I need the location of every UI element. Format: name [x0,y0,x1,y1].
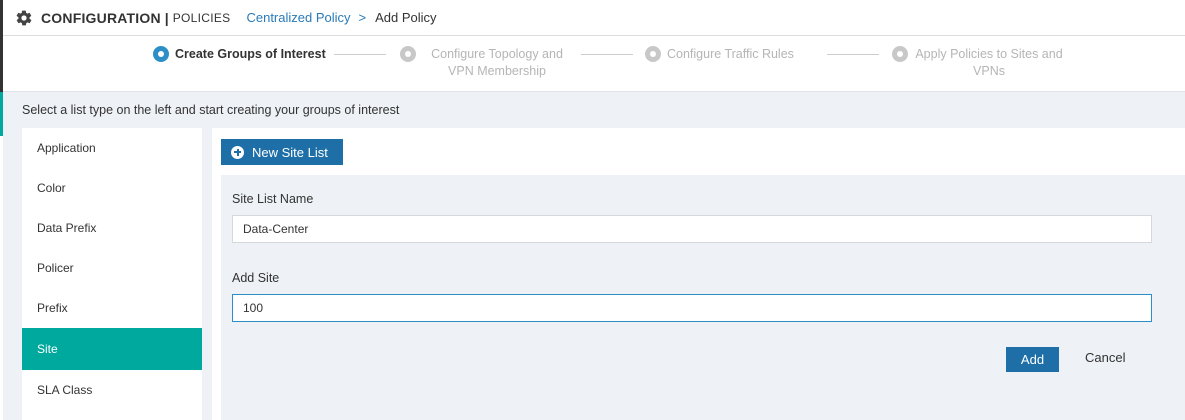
instruction-text: Select a list type on the left and start… [3,92,1185,128]
add-button[interactable]: Add [1006,347,1059,372]
gear-icon [16,10,32,25]
sidebar-item-color[interactable]: Color [22,168,202,208]
add-site-input[interactable] [232,294,1152,322]
step-configure-traffic[interactable]: Configure Traffic Rules [645,46,794,63]
site-list-name-label: Site List Name [232,192,314,206]
top-header: CONFIGURATION | POLICIES Centralized Pol… [3,0,1185,36]
sidebar-item-data-prefix[interactable]: Data Prefix [22,208,202,248]
sidebar-item-application[interactable]: Application [22,128,202,168]
site-list-name-input[interactable] [232,215,1152,243]
sidebar-item-prefix[interactable]: Prefix [22,288,202,328]
page-section: POLICIES [172,10,231,25]
step-connector [581,54,633,55]
page-title: CONFIGURATION [41,9,161,26]
title-separator: | [164,9,169,26]
main-panel: New Site List Site List Name Add Site Ad… [212,128,1185,420]
site-list-form: Site List Name Add Site Add Cancel [221,175,1185,420]
breadcrumb-current: Add Policy [375,10,437,25]
step-inactive-icon [645,46,661,62]
cancel-button[interactable]: Cancel [1085,350,1125,365]
new-site-list-button[interactable]: New Site List [221,139,343,165]
step-label: Configure Topology and VPN Membership [431,47,563,78]
step-inactive-icon [892,46,908,62]
step-active-icon [153,46,169,62]
step-configure-topology[interactable]: Configure Topology and VPN Membership [400,46,572,80]
list-type-sidebar: Application Color Data Prefix Policer Pr… [22,128,202,420]
plus-circle-icon [231,145,244,159]
breadcrumb-separator: > [358,10,367,25]
new-site-list-label: New Site List [252,144,328,160]
step-connector [334,54,386,55]
sidebar-item-site[interactable]: Site [22,328,202,370]
step-create-groups[interactable]: Create Groups of Interest [153,46,326,63]
add-site-label: Add Site [232,271,280,285]
step-inactive-icon [400,46,416,62]
step-label: Apply Policies to Sites and VPNs [915,47,1063,78]
step-connector [827,54,879,55]
sidebar-item-policer[interactable]: Policer [22,248,202,288]
step-label: Create Groups of Interest [175,47,326,61]
step-apply-policies[interactable]: Apply Policies to Sites and VPNs [892,46,1064,80]
sidebar-item-sla-class[interactable]: SLA Class [22,370,202,410]
wizard-stepper: Create Groups of Interest Configure Topo… [3,36,1185,92]
breadcrumb-centralized-policy[interactable]: Centralized Policy [246,10,350,25]
step-label: Configure Traffic Rules [667,47,794,61]
